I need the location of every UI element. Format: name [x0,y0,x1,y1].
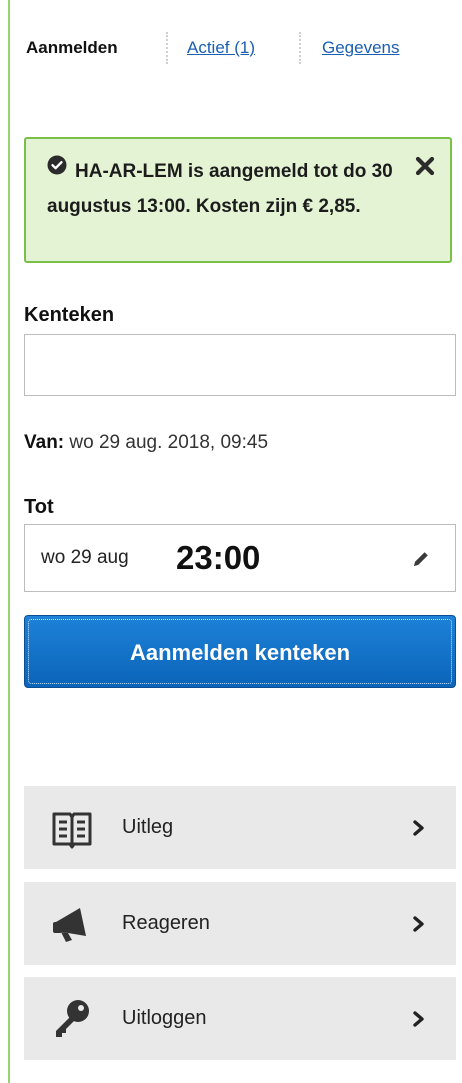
tab-divider [299,32,301,64]
success-alert: HA-AR-LEM is aangemeld tot do 30 augustu… [24,137,452,263]
plate-label: Kenteken [24,304,115,326]
menu-label: Uitloggen [122,1007,207,1029]
start-time-label: Van: [24,432,65,453]
megaphone-icon [53,908,86,942]
tab-bar: Aanmelden Actief (1) Gegevens [26,32,450,64]
register-plate-button[interactable]: Aanmelden kenteken [24,615,456,688]
tab-actief[interactable]: Actief (1) [187,32,255,64]
book-icon [52,812,92,849]
end-time: 23:00 [176,539,261,576]
menu-item-uitleg[interactable]: Uitleg [24,786,456,869]
menu-label: Reageren [122,912,210,934]
chevron-right-icon [413,820,424,836]
menu-item-reageren[interactable]: Reageren [24,882,456,965]
close-icon[interactable] [414,155,436,177]
tab-gegevens[interactable]: Gegevens [322,32,400,64]
tab-divider [166,32,168,64]
chevron-right-icon [413,1011,424,1027]
tab-aanmelden[interactable]: Aanmelden [26,32,118,64]
end-time-field[interactable]: wo 29 aug 23:00 [24,524,456,592]
end-date: wo 29 aug [41,547,129,568]
key-icon [56,1000,89,1037]
chevron-right-icon [413,916,424,932]
end-time-label: Tot [24,496,54,518]
register-plate-button-label: Aanmelden kenteken [129,640,351,665]
menu-item-uitloggen[interactable]: Uitloggen [24,977,456,1060]
menu-label: Uitleg [122,816,174,838]
pencil-icon[interactable] [411,549,431,569]
start-time-row: Van: wo 29 aug. 2018, 09:45 [24,432,268,454]
start-time-value: wo 29 aug. 2018, 09:45 [69,432,269,453]
plate-input[interactable] [24,334,456,396]
alert-message: HA-AR-LEM is aangemeld tot do 30 augustu… [47,161,393,217]
sidebar-border [8,0,10,1083]
